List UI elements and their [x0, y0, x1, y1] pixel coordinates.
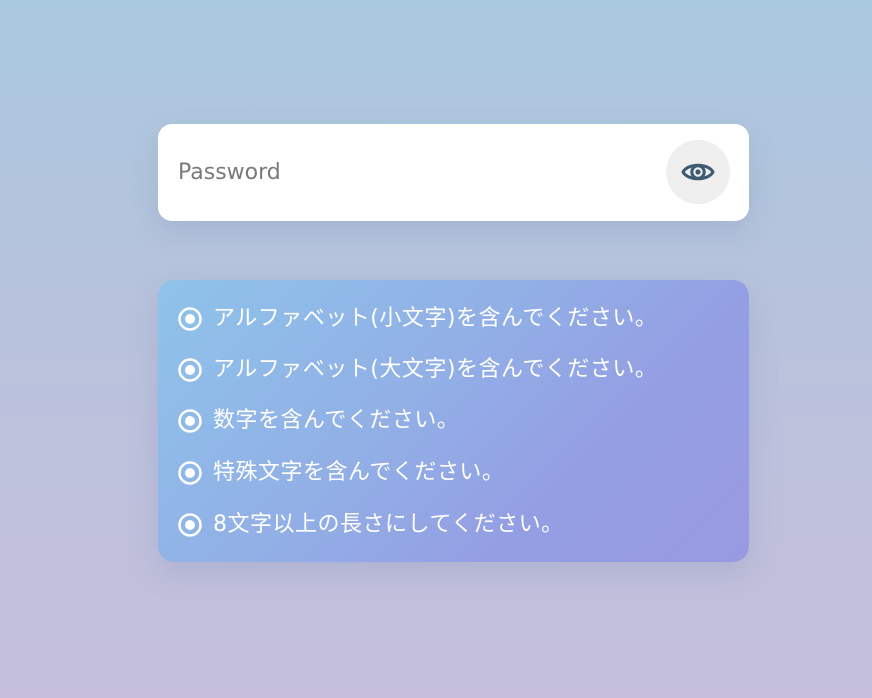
- requirement-item: 8文字以上の長さにしてください。: [177, 510, 564, 540]
- requirement-item: アルファベット(小文字)を含んでください。: [177, 304, 657, 334]
- radio-circle-icon: [178, 409, 202, 433]
- requirement-item: アルファベット(大文字)を含んでください。: [177, 355, 657, 385]
- eye-icon: [681, 163, 715, 181]
- requirement-text: アルファベット(大文字)を含んでください。: [213, 357, 658, 382]
- requirement-text: 8文字以上の長さにしてください。: [213, 512, 564, 537]
- requirement-item: 数字を含んでください。: [177, 406, 459, 436]
- requirement-text: アルファベット(小文字)を含んでください。: [213, 306, 658, 331]
- requirement-text: 特殊文字を含んでください。: [213, 460, 505, 485]
- radio-circle-icon: [178, 513, 202, 537]
- password-requirements-panel: アルファベット(小文字)を含んでください。 アルファベット(大文字)を含んでくだ…: [158, 280, 749, 562]
- requirement-text: 数字を含んでください。: [213, 408, 460, 433]
- radio-circle-icon: [178, 461, 202, 485]
- password-field-container: [158, 124, 749, 221]
- radio-circle-icon: [178, 307, 202, 331]
- requirement-item: 特殊文字を含んでください。: [177, 458, 504, 488]
- show-password-button[interactable]: [666, 140, 730, 204]
- password-input[interactable]: [178, 150, 648, 194]
- radio-circle-icon: [178, 358, 202, 382]
